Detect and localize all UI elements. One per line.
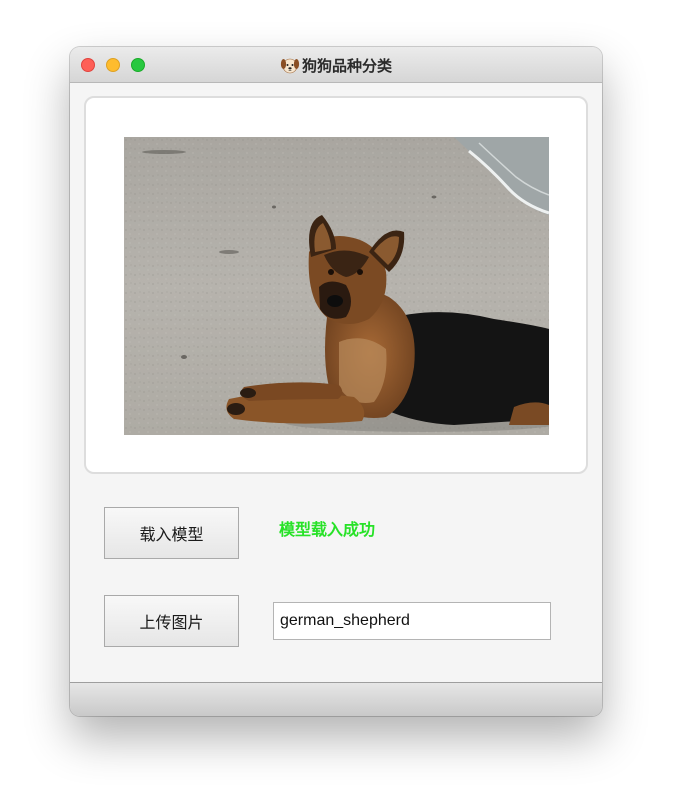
app-window: 狗狗品种分类 载入模型 模型载入成功 上传图片 german_shepherd [70,47,602,716]
load-model-button[interactable]: 载入模型 [104,507,239,559]
prediction-result-field[interactable] [273,602,551,640]
dog-face-icon [280,58,300,74]
image-preview-panel [84,96,588,474]
upload-image-button[interactable]: 上传图片 [104,595,239,647]
dog-photo [124,137,549,435]
title-bar[interactable]: 狗狗品种分类 [70,47,602,83]
window-title: 狗狗品种分类 [70,47,602,83]
status-label: 模型载入成功 [279,520,376,539]
bottom-bar [70,682,602,716]
window-title-text: 狗狗品种分类 [301,56,392,75]
